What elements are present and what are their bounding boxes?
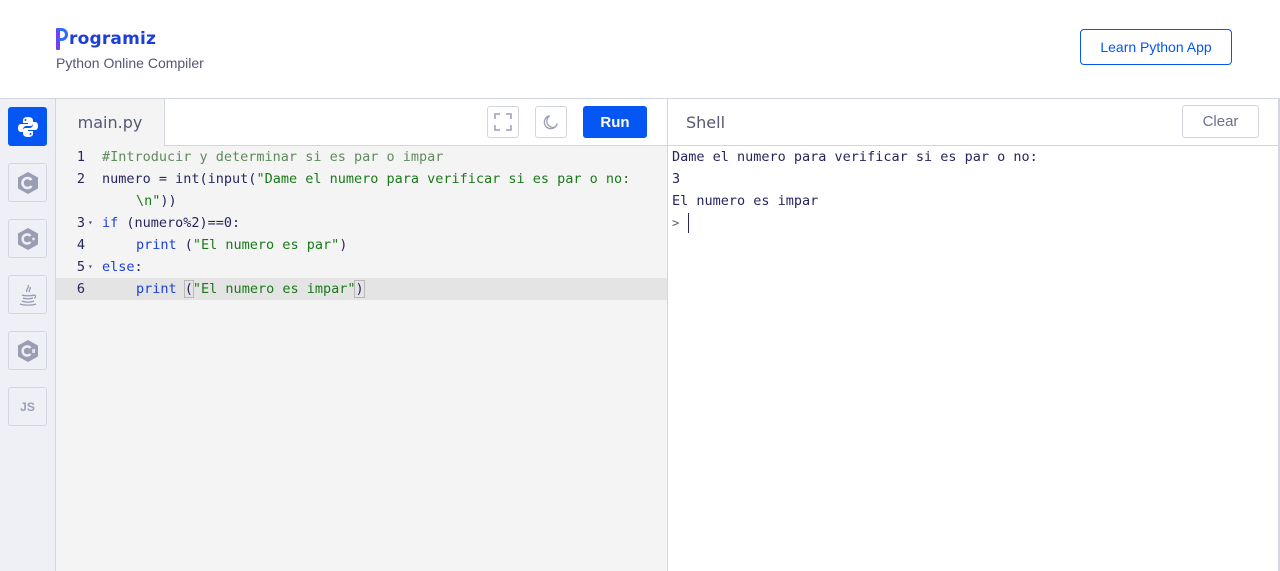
clear-button[interactable]: Clear bbox=[1182, 105, 1259, 138]
fullscreen-icon bbox=[494, 113, 512, 131]
language-c[interactable] bbox=[8, 163, 47, 202]
logo-text: rogramiz bbox=[69, 29, 157, 49]
java-icon bbox=[19, 284, 36, 306]
code-text: if (numero%2)==0: bbox=[102, 215, 241, 231]
shell-cursor bbox=[688, 213, 689, 233]
shell-output[interactable]: Dame el numero para verificar si es par … bbox=[668, 146, 1280, 571]
code-line-active: 6 print ("El numero es impar") bbox=[56, 278, 667, 300]
fold-arrow-icon[interactable]: ▾ bbox=[88, 256, 93, 278]
language-java[interactable] bbox=[8, 275, 47, 314]
run-button[interactable]: Run bbox=[583, 106, 647, 138]
programiz-logo[interactable]: rogramiz bbox=[56, 24, 156, 50]
code-line: 3 ▾ if (numero%2)==0: bbox=[56, 212, 667, 234]
code-text: print ("El numero es par") bbox=[136, 237, 348, 253]
header: rogramiz Python Online Compiler Learn Py… bbox=[0, 0, 1280, 99]
text-cursor bbox=[363, 281, 365, 297]
page-subtitle: Python Online Compiler bbox=[56, 55, 204, 71]
code-line: 5 ▾ else: bbox=[56, 256, 667, 278]
code-editor[interactable]: 1 #Introducir y determinar si es par o i… bbox=[56, 146, 667, 571]
editor-toolbar: main.py Run bbox=[56, 99, 667, 146]
language-csharp[interactable] bbox=[8, 331, 47, 370]
code-text: else: bbox=[102, 259, 143, 275]
shell-output-line: El numero es impar bbox=[672, 193, 819, 209]
fullscreen-button[interactable] bbox=[487, 106, 519, 138]
language-python[interactable] bbox=[8, 107, 47, 146]
line-number: 2 bbox=[76, 171, 85, 187]
csharp-icon bbox=[17, 339, 38, 362]
code-line: 2 numero = int(input("Dame el numero par… bbox=[56, 168, 667, 212]
shell-toolbar: Shell Clear bbox=[668, 99, 1280, 146]
fold-arrow-icon[interactable]: ▾ bbox=[88, 212, 93, 234]
language-javascript[interactable]: JS bbox=[8, 387, 47, 426]
programiz-logo-mark bbox=[56, 28, 68, 50]
cpp-icon bbox=[17, 227, 38, 250]
shell-title: Shell bbox=[686, 113, 726, 132]
language-cpp[interactable] bbox=[8, 219, 47, 258]
code-text: print ("El numero es impar") bbox=[136, 280, 365, 298]
line-number: 6 bbox=[76, 281, 85, 297]
dark-mode-button[interactable] bbox=[535, 106, 567, 138]
code-text: numero = int(input("Dame el numero para … bbox=[102, 171, 631, 187]
code-text: #Introducir y determinar si es par o imp… bbox=[102, 149, 444, 165]
code-line: 1 #Introducir y determinar si es par o i… bbox=[56, 146, 667, 168]
moon-icon bbox=[543, 115, 558, 130]
language-sidebar: JS bbox=[0, 99, 56, 571]
file-tab-main-py[interactable]: main.py bbox=[56, 99, 165, 146]
js-icon: JS bbox=[20, 399, 35, 414]
code-text-wrapped: \n")) bbox=[136, 193, 177, 209]
line-number: 1 bbox=[76, 149, 85, 165]
c-icon bbox=[17, 171, 38, 194]
python-icon bbox=[17, 116, 38, 137]
shell-output-line: 3 bbox=[672, 171, 681, 187]
shell-prompt: > bbox=[672, 216, 680, 230]
learn-python-app-button[interactable]: Learn Python App bbox=[1080, 29, 1232, 65]
code-line: 4 print ("El numero es par") bbox=[56, 234, 667, 256]
line-number: 4 bbox=[76, 237, 85, 253]
shell-output-line: Dame el numero para verificar si es par … bbox=[672, 149, 1038, 165]
